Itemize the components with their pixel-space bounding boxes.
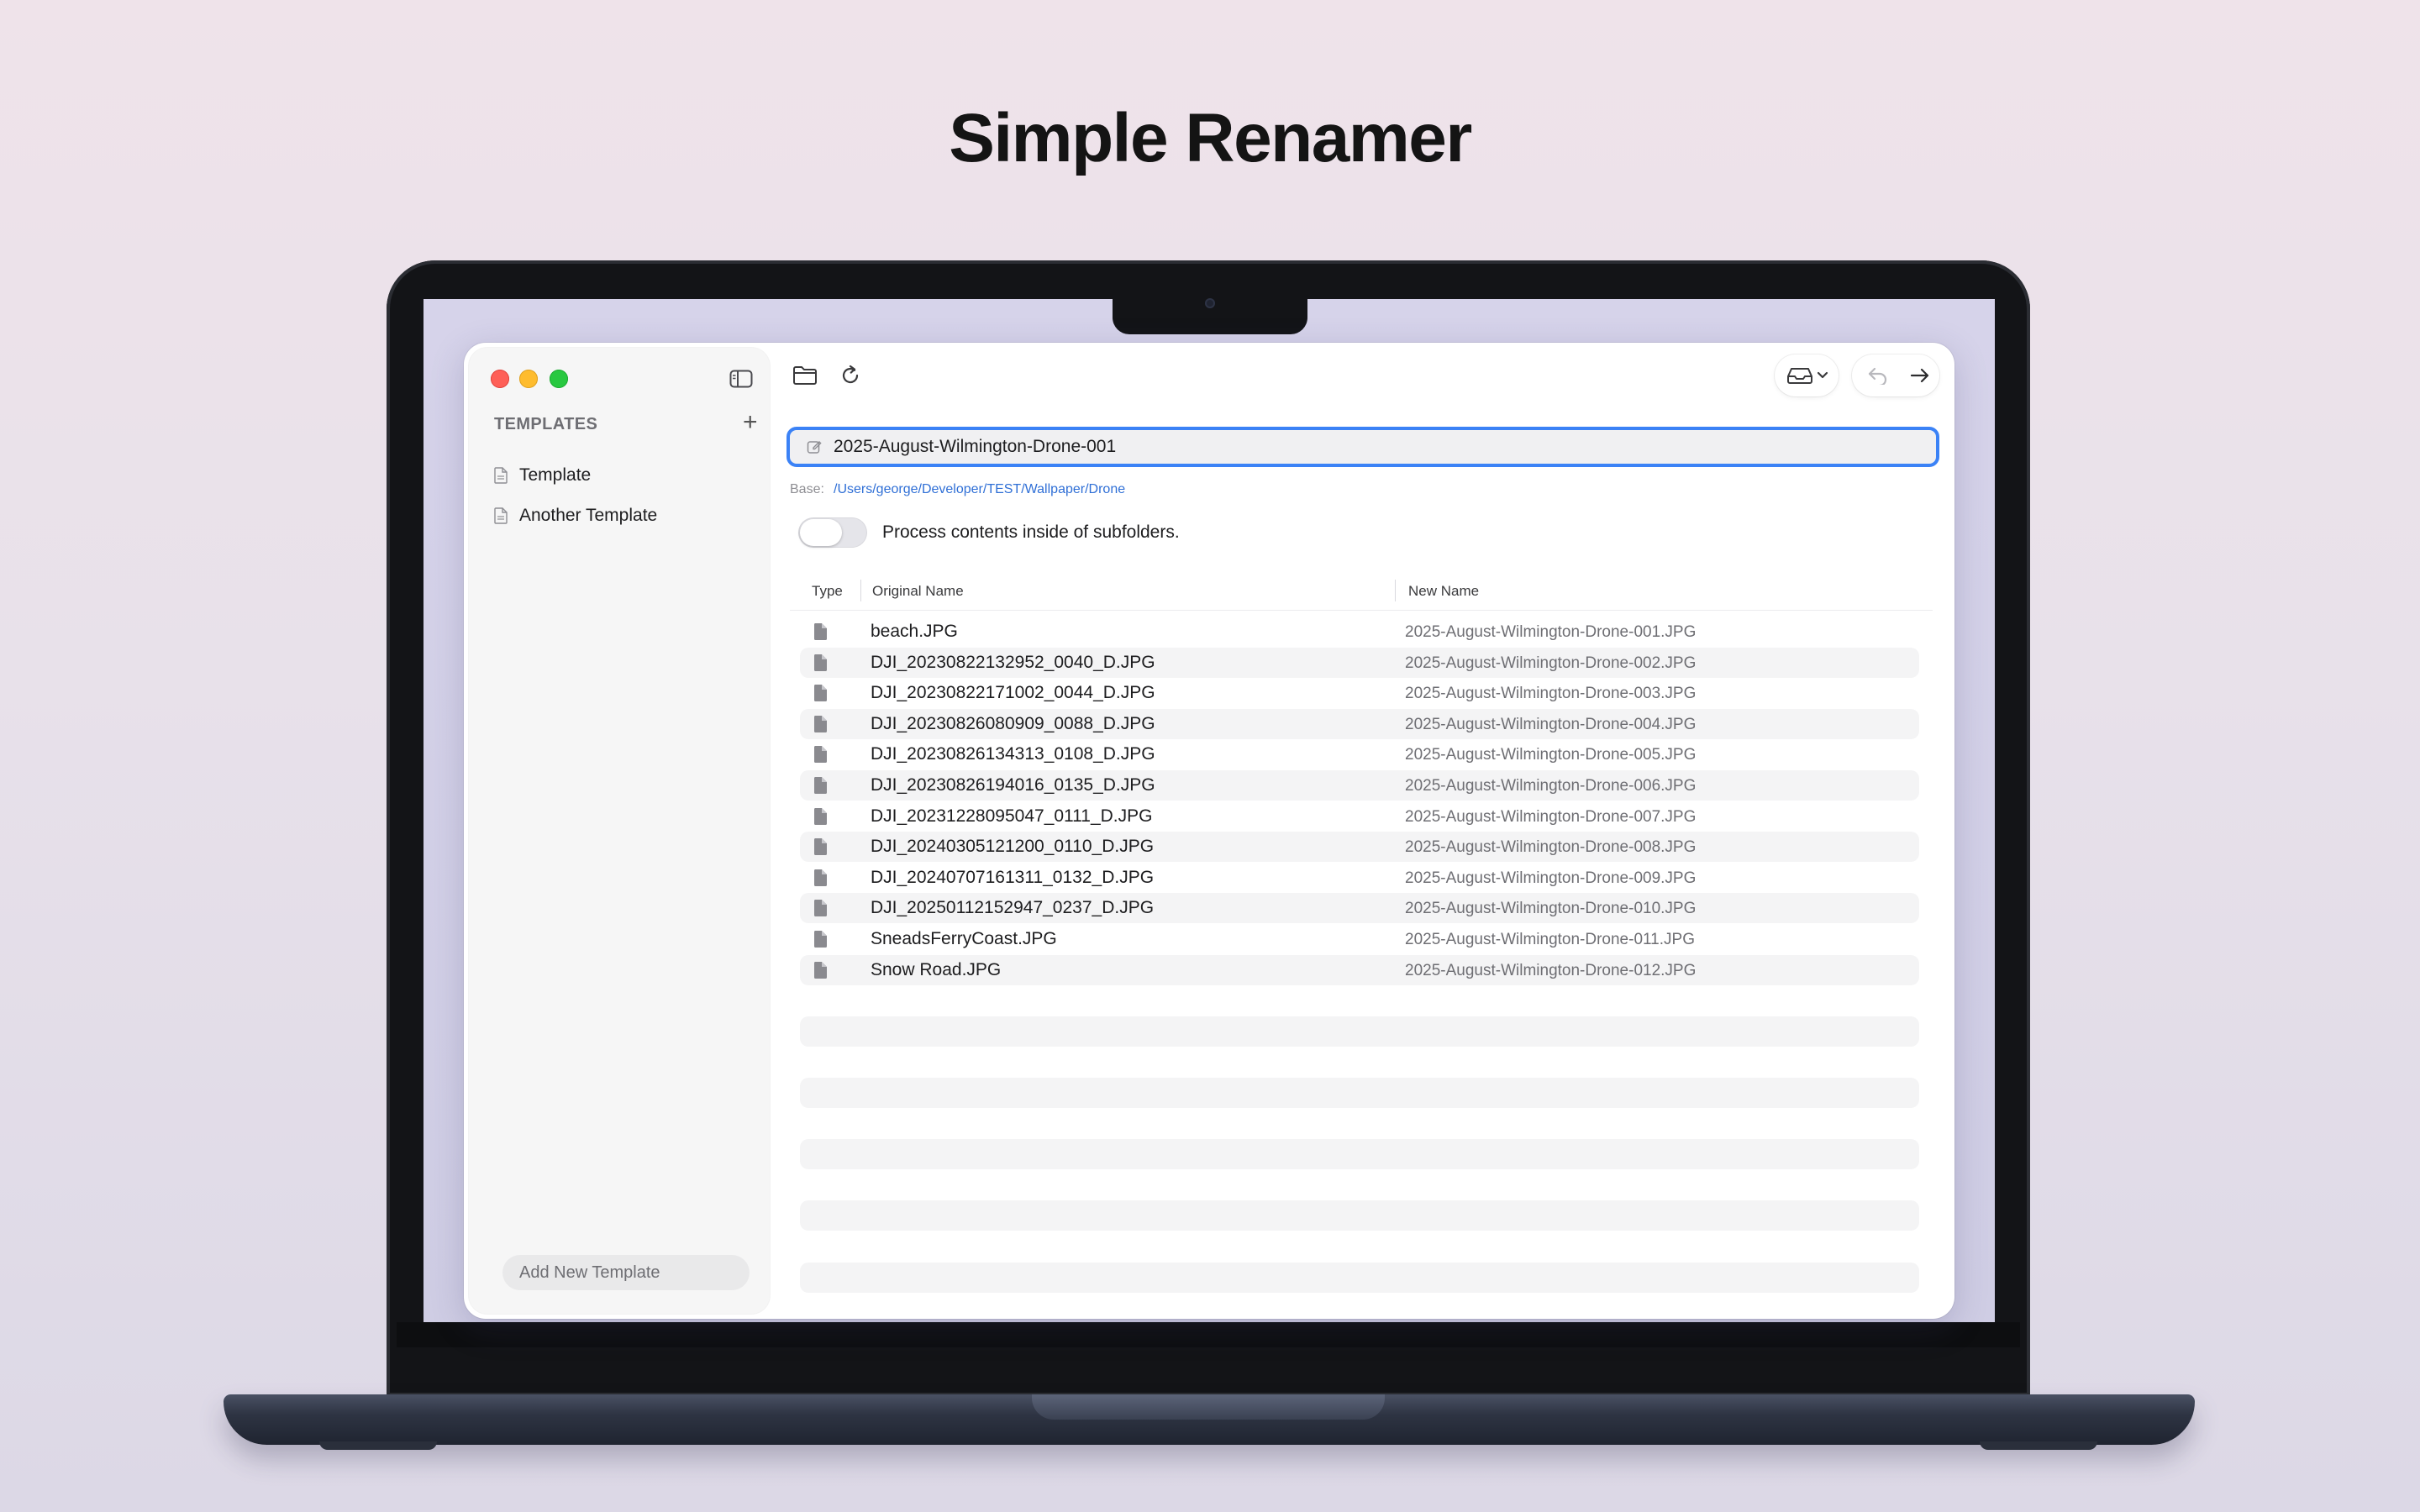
sidebar-item-another-template[interactable]: Another Template	[494, 501, 657, 531]
tray-icon	[1787, 368, 1812, 384]
laptop-foot	[1980, 1441, 2097, 1450]
original-name-cell: DJI_20240707161311_0132_D.JPG	[871, 867, 1155, 887]
table-row[interactable]: DJI_20230826080909_0088_D.JPG 2025-August…	[800, 708, 1919, 739]
new-name-cell: 2025-August-Wilmington-Drone-008.JPG	[1405, 838, 1697, 857]
column-header-new-name[interactable]: New Name	[1408, 583, 1479, 600]
table-row[interactable]: beach.JPG 2025-August-Wilmington-Drone-00…	[800, 617, 1919, 647]
templates-header: TEMPLATES	[494, 415, 598, 433]
sidebar-item-label: Another Template	[519, 506, 658, 525]
new-name-cell: 2025-August-Wilmington-Drone-003.JPG	[1405, 685, 1697, 703]
sidebar-item-template[interactable]: Template	[494, 460, 591, 491]
original-name-cell: DJI_20230826194016_0135_D.JPG	[871, 775, 1155, 795]
sidebar-item-label: Template	[519, 465, 592, 485]
original-name-cell: DJI_20230822171002_0044_D.JPG	[871, 683, 1155, 703]
file-icon	[813, 900, 827, 917]
new-name-cell: 2025-August-Wilmington-Drone-006.JPG	[1405, 777, 1697, 795]
chevron-down-icon	[1817, 371, 1828, 379]
folder-icon[interactable]	[790, 361, 820, 390]
table-row[interactable]: DJI_20240305121200_0110_D.JPG 2025-August…	[800, 832, 1919, 863]
close-window-button[interactable]	[491, 370, 509, 388]
document-icon	[494, 467, 508, 484]
process-menu-button[interactable]	[1775, 354, 1839, 396]
original-name-cell: DJI_20230826134313_0108_D.JPG	[871, 744, 1155, 764]
original-name-cell: beach.JPG	[871, 622, 958, 641]
laptop-chin	[397, 1322, 2020, 1347]
file-icon	[813, 838, 827, 856]
app-window: TEMPLATES + Template Another Template Ad…	[464, 343, 1954, 1319]
original-name-cell: DJI_20240305121200_0110_D.JPG	[871, 837, 1155, 857]
new-name-cell: 2025-August-Wilmington-Drone-002.JPG	[1405, 654, 1697, 672]
camera-icon	[1205, 298, 1215, 308]
refresh-icon[interactable]	[835, 361, 865, 390]
arrow-right-icon[interactable]	[1909, 366, 1931, 385]
new-name-cell: 2025-August-Wilmington-Drone-012.JPG	[1405, 961, 1697, 979]
header-divider	[790, 610, 1933, 611]
table-row[interactable]: DJI_20230826134313_0108_D.JPG 2025-August…	[800, 739, 1919, 769]
empty-row	[800, 1200, 1919, 1231]
new-name-cell: 2025-August-Wilmington-Drone-001.JPG	[1405, 623, 1697, 641]
original-name-cell: DJI_20250112152947_0237_D.JPG	[871, 898, 1155, 918]
base-label: Base:	[790, 482, 824, 496]
file-icon	[813, 685, 827, 702]
file-icon	[813, 931, 827, 948]
sidebar-toggle-icon[interactable]	[729, 370, 753, 388]
template-name-input[interactable]: 2025-August-Wilmington-Drone-001	[786, 427, 1939, 467]
new-name-cell: 2025-August-Wilmington-Drone-011.JPG	[1405, 931, 1695, 948]
new-name-cell: 2025-August-Wilmington-Drone-009.JPG	[1405, 869, 1697, 887]
subfolders-toggle-label: Process contents inside of subfolders.	[882, 522, 1180, 542]
new-name-cell: 2025-August-Wilmington-Drone-005.JPG	[1405, 746, 1697, 764]
table-row[interactable]: DJI_20230822171002_0044_D.JPG 2025-August…	[800, 678, 1919, 708]
table-row[interactable]: Snow Road.JPG 2025-August-Wilmington-Dron…	[800, 954, 1919, 985]
new-name-cell: 2025-August-Wilmington-Drone-010.JPG	[1405, 900, 1697, 918]
file-icon	[813, 869, 827, 886]
column-divider	[1395, 580, 1396, 601]
original-name-cell: DJI_20231228095047_0111_D.JPG	[871, 806, 1153, 826]
table-row[interactable]: DJI_20230822132952_0040_D.JPG 2025-August…	[800, 647, 1919, 678]
sidebar: TEMPLATES + Template Another Template Ad…	[469, 348, 770, 1314]
file-icon	[813, 623, 827, 640]
laptop-base-notch	[1032, 1394, 1385, 1420]
table-row[interactable]: DJI_20250112152947_0237_D.JPG 2025-August…	[800, 893, 1919, 924]
original-name-cell: DJI_20230822132952_0040_D.JPG	[871, 652, 1155, 672]
table-row[interactable]: DJI_20231228095047_0111_D.JPG 2025-August…	[800, 801, 1919, 832]
edit-icon	[807, 441, 822, 454]
laptop-foot	[319, 1441, 437, 1450]
table-row[interactable]: DJI_20230826194016_0135_D.JPG 2025-August…	[800, 770, 1919, 801]
subfolders-toggle[interactable]	[798, 517, 867, 548]
zoom-window-button[interactable]	[550, 370, 568, 388]
new-name-cell: 2025-August-Wilmington-Drone-007.JPG	[1405, 807, 1697, 826]
hero-title: Simple Renamer	[949, 100, 1472, 176]
column-header-original-name[interactable]: Original Name	[872, 583, 964, 600]
add-template-plus-icon[interactable]: +	[743, 410, 758, 435]
file-icon	[813, 654, 827, 671]
base-path-link[interactable]: /Users/george/Developer/TEST/Wallpaper/D…	[834, 482, 1125, 497]
file-icon	[813, 807, 827, 825]
table-row[interactable]: DJI_20240707161311_0132_D.JPG 2025-August…	[800, 863, 1919, 893]
table-row[interactable]: SneadsFerryCoast.JPG 2025-August-Wilmingt…	[800, 924, 1919, 954]
file-icon	[813, 746, 827, 764]
empty-row	[800, 1078, 1919, 1108]
template-name-value: 2025-August-Wilmington-Drone-001	[834, 437, 1117, 456]
file-icon	[813, 777, 827, 794]
history-controls	[1852, 354, 1939, 396]
main-content: 2025-August-Wilmington-Drone-001 Base: /…	[770, 343, 1954, 1319]
original-name-cell: SneadsFerryCoast.JPG	[871, 929, 1057, 948]
minimize-window-button[interactable]	[519, 370, 538, 388]
add-new-template-button[interactable]: Add New Template	[502, 1255, 750, 1290]
empty-row	[800, 1262, 1919, 1293]
document-icon	[494, 507, 508, 524]
empty-row	[800, 1139, 1919, 1170]
undo-icon[interactable]	[1867, 366, 1889, 385]
original-name-cell: DJI_20230826080909_0088_D.JPG	[871, 713, 1155, 733]
toggle-knob	[800, 519, 842, 546]
empty-row	[800, 1016, 1919, 1047]
original-name-cell: Snow Road.JPG	[871, 959, 1002, 979]
column-divider	[860, 580, 861, 601]
file-icon	[813, 961, 827, 979]
file-icon	[813, 715, 827, 732]
column-header-type[interactable]: Type	[812, 583, 843, 600]
new-name-cell: 2025-August-Wilmington-Drone-004.JPG	[1405, 715, 1697, 733]
files-table: Type Original Name New Name beach.JPG 202…	[790, 570, 1933, 1309]
